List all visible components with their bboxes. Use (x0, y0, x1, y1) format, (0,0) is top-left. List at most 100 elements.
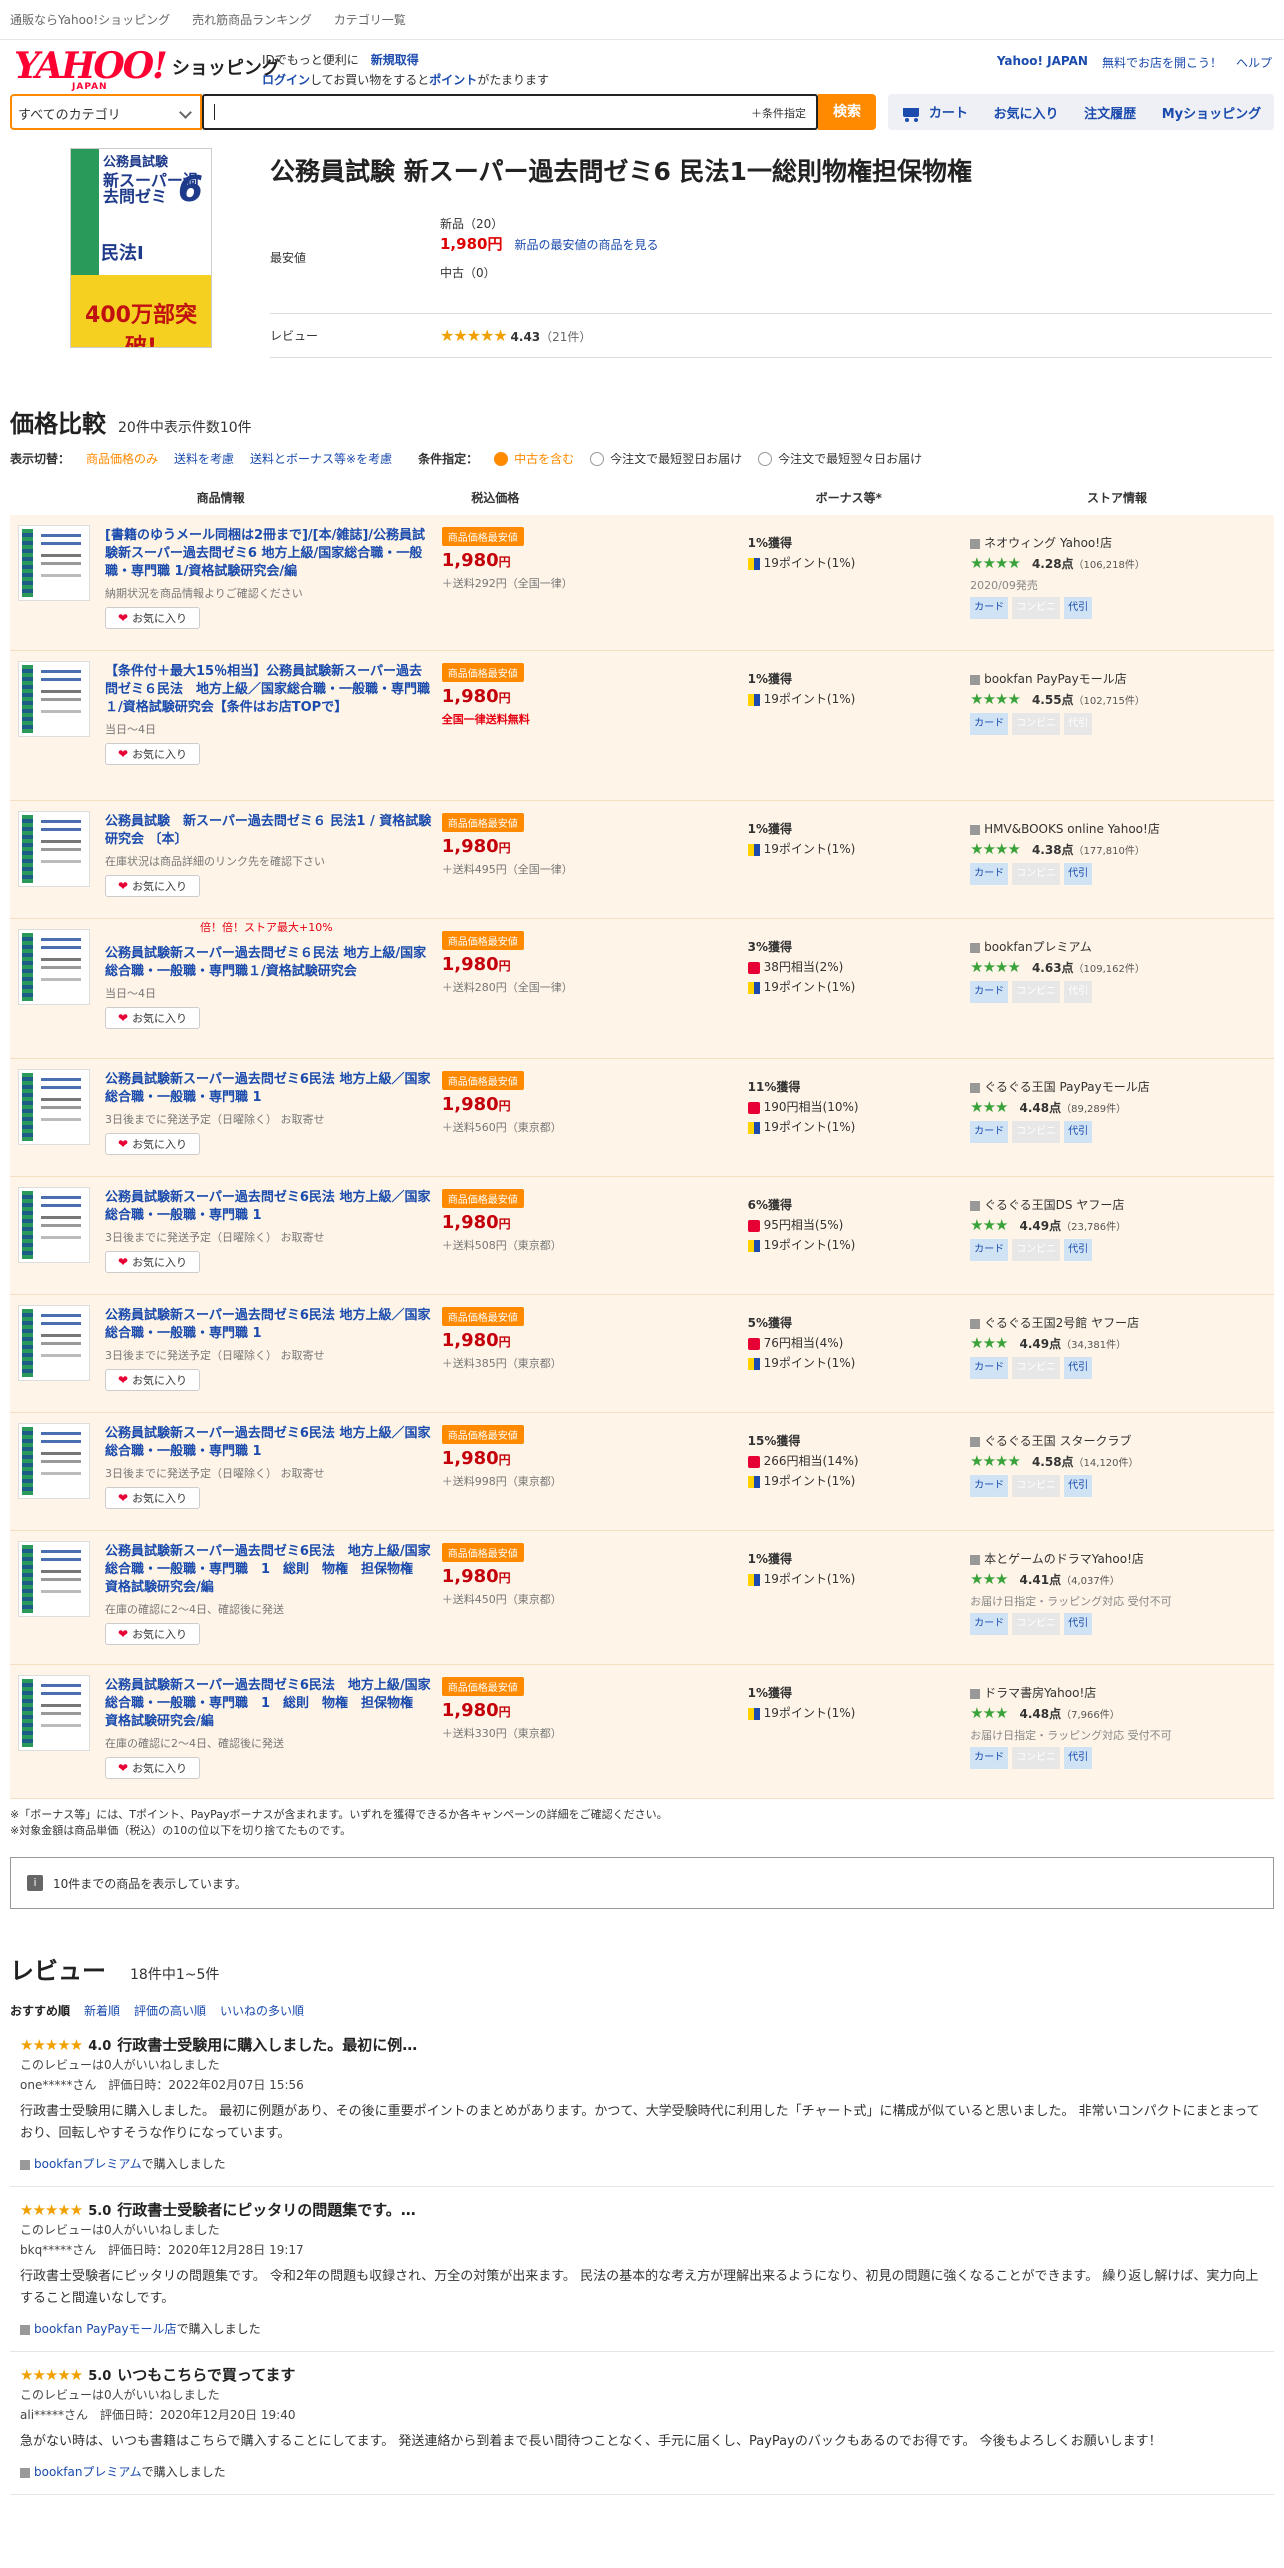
review-title[interactable]: いつもこちらで買ってます (117, 2366, 295, 2384)
bonus-info: 1%獲得 19ポイント(1%) (747, 1686, 856, 1720)
favorite-button[interactable]: お気に入り (105, 1369, 201, 1391)
delivery-note: 納期状況を商品情報よりご確認ください (105, 587, 303, 600)
offer-price: 1,980円 (441, 836, 511, 857)
view-with-shipping[interactable]: 送料を考慮 (174, 450, 234, 467)
top-nav: 通販ならYahoo!ショッピング 売れ筋商品ランキング カテゴリ一覧 (0, 0, 1284, 40)
view-lowest-new-link[interactable]: 新品の最安値の商品を見る (514, 238, 658, 252)
review-title[interactable]: 行政書士受験用に購入しました。最初に例… (117, 2036, 417, 2054)
register-link[interactable]: 新規取得 (371, 53, 419, 67)
yahoo-shopping-logo[interactable]: YAHOO! JAPAN ショッピング (14, 48, 280, 92)
top-link-home[interactable]: 通販ならYahoo!ショッピング (10, 11, 170, 28)
favorite-button[interactable]: お気に入り (105, 1623, 201, 1645)
store-name-link[interactable]: 本とゲームのドラマYahoo!店 (984, 1552, 1144, 1566)
offer-title-link[interactable]: [書籍のゆうメール同梱は2冊まで]/[本/雑誌]/公務員試験新スーパー過去問ゼミ… (105, 527, 432, 581)
store-name-link[interactable]: bookfan PayPayモール店 (984, 672, 1127, 686)
store-icon (20, 2159, 30, 2170)
favorite-button[interactable]: お気に入り (105, 743, 201, 765)
payment-tag: コンビニ (1012, 1121, 1061, 1143)
view-price-only[interactable]: 商品価格のみ (86, 450, 158, 467)
category-select[interactable]: すべてのカテゴリ (10, 94, 202, 130)
view-with-shipping-bonus[interactable]: 送料とボーナス等※を考慮 (250, 450, 392, 467)
my-shopping-button[interactable]: Myショッピング (1162, 103, 1261, 122)
offer-thumbnail[interactable] (18, 929, 90, 1005)
sort-most-liked[interactable]: いいねの多い順 (220, 2002, 304, 2019)
reviews-title: レビュー (10, 1957, 106, 1985)
store-name-link[interactable]: ネオウィング Yahoo!店 (984, 536, 1112, 550)
offer-thumbnail[interactable] (18, 661, 90, 737)
offer-title-link[interactable]: 公務員試験新スーパー過去問ゼミ6民法 地方上級／国家総合職・一般職・専門職 1 (105, 1425, 432, 1461)
cart-button[interactable]: カート (901, 102, 968, 122)
open-store-link[interactable]: 無料でお店を開こう！ (1102, 54, 1222, 71)
favorites-button[interactable]: お気に入り (993, 103, 1058, 122)
shipping-fee: ＋送料292円（全国一律） (441, 577, 573, 590)
paypay-icon (747, 1101, 760, 1114)
top-link-ranking[interactable]: 売れ筋商品ランキング (192, 11, 312, 28)
review-title[interactable]: 行政書士受験者にピッタリの問題集です。… (117, 2201, 416, 2219)
payment-tag: 代引 (1064, 1613, 1093, 1635)
login-link[interactable]: ログイン (262, 73, 310, 87)
help-link[interactable]: ヘルプ (1236, 54, 1272, 71)
yahoo-japan-link[interactable]: Yahoo! JAPAN (997, 54, 1088, 71)
review-store-link[interactable]: bookfanプレミアム (34, 2157, 142, 2171)
tpoint-icon (747, 1707, 760, 1720)
lowest-price-badge: 商品価格最安値 (441, 1543, 524, 1562)
bonus-info: 3%獲得 38円相当(2%) 19ポイント(1%) (747, 940, 856, 994)
compare-title: 価格比較 (10, 410, 106, 438)
offer-title-link[interactable]: 公務員試験新スーパー過去問ゼミ6民法 地方上級/国家総合職・一般職・専門職 1 … (105, 1677, 432, 1731)
two-day-checkbox[interactable]: 今注文で最短翌々日お届け (758, 450, 922, 467)
delivery-note: 当日〜4日 (105, 987, 156, 1000)
review-list: ★★★★★ 4.0 行政書士受験用に購入しました。最初に例… このレビューは0人がいい… (0, 2022, 1284, 2495)
review-count-link[interactable]: （21件） (540, 330, 591, 344)
offer-thumbnail[interactable] (18, 811, 90, 887)
offer-title-link[interactable]: 公務員試験新スーパー過去問ゼミ6民法 地方上級／国家総合職・一般職・専門職 1 (105, 1307, 432, 1343)
favorite-button[interactable]: お気に入り (105, 1251, 201, 1273)
store-name-link[interactable]: ぐるぐる王国 PayPayモール店 (984, 1080, 1150, 1094)
favorite-button[interactable]: お気に入り (105, 875, 201, 897)
sort-highest[interactable]: 評価の高い順 (134, 2002, 206, 2019)
store-name-link[interactable]: bookfanプレミアム (984, 940, 1092, 954)
lowest-price-badge: 商品価格最安値 (441, 1189, 524, 1208)
review-store-link[interactable]: bookfanプレミアム (34, 2465, 142, 2479)
favorite-button[interactable]: お気に入り (105, 1757, 201, 1779)
offer-title-link[interactable]: 【条件付＋最大15％相当】公務員試験新スーパー過去問ゼミ６民法 地方上級／国家総… (105, 663, 443, 717)
offer-thumbnail[interactable] (18, 1305, 90, 1381)
offer-title-link[interactable]: 公務員試験新スーパー過去問ゼミ6民法 地方上級／国家総合職・一般職・専門職 1 (105, 1189, 432, 1225)
offer-thumbnail[interactable] (18, 1423, 90, 1499)
favorite-button[interactable]: お気に入り (105, 1487, 201, 1509)
store-name-link[interactable]: HMV&BOOKS online Yahoo!店 (984, 822, 1160, 836)
offer-thumbnail[interactable] (18, 1541, 90, 1617)
review-stars: ★★★★★ (20, 2036, 83, 2054)
offer-row: 公務員試験新スーパー過去問ゼミ6民法 地方上級／国家総合職・一般職・専門職 1 3… (10, 1177, 1274, 1295)
store-name-link[interactable]: ドラマ書房Yahoo!店 (984, 1686, 1096, 1700)
condition-button[interactable]: ＋条件指定 (751, 105, 806, 121)
favorite-button[interactable]: お気に入り (105, 1007, 201, 1029)
store-name-link[interactable]: ぐるぐる王国 スタークラブ (984, 1434, 1131, 1448)
offer-title-link[interactable]: 公務員試験新スーパー過去問ゼミ6民法 地方上級/国家総合職・一般職・専門職 1 … (105, 1543, 432, 1597)
offer-title-link[interactable]: 公務員試験 新スーパー過去問ゼミ６ 民法1 / 資格試験研究会 〔本〕 (105, 813, 432, 849)
next-day-checkbox[interactable]: 今注文で最短翌日お届け (590, 450, 742, 467)
offer-thumbnail[interactable] (18, 1187, 90, 1263)
info-icon: i (27, 1875, 43, 1891)
offer-thumbnail[interactable] (18, 525, 90, 601)
sort-newest[interactable]: 新着順 (84, 2002, 120, 2019)
product-summary: 公務員試験 新スーパー過去問ゼミ 6 民法Ⅰ 400万部突破! 公務員試験 新ス… (0, 134, 1284, 400)
product-cover-image[interactable]: 公務員試験 新スーパー過去問ゼミ 6 民法Ⅰ 400万部突破! (70, 148, 212, 348)
offer-title-link[interactable]: 公務員試験新スーパー過去問ゼミ6民法 地方上級／国家総合職・一般職・専門職 1 (105, 1071, 432, 1107)
offer-thumbnail[interactable] (18, 1069, 90, 1145)
search-input[interactable]: ＋条件指定 (202, 94, 818, 130)
order-history-button[interactable]: 注文履歴 (1084, 103, 1136, 122)
include-used-checkbox[interactable]: 中古を含む (494, 450, 574, 467)
paypay-icon (747, 1219, 760, 1232)
sort-recommended[interactable]: おすすめ順 (10, 2002, 70, 2019)
top-link-categories[interactable]: カテゴリ一覧 (334, 11, 406, 28)
offer-title-link[interactable]: 公務員試験新スーパー過去問ゼミ６民法 地方上級/国家総合職・一般職・専門職１/資… (105, 945, 432, 981)
review-store-link[interactable]: bookfan PayPayモール店 (34, 2322, 177, 2336)
payment-tag: カード (970, 981, 1009, 1003)
favorite-button[interactable]: お気に入り (105, 607, 201, 629)
favorite-button[interactable]: お気に入り (105, 1133, 201, 1155)
shipping-fee: ＋送料385円（東京都） (441, 1357, 562, 1370)
store-name-link[interactable]: ぐるぐる王国2号館 ヤフー店 (984, 1316, 1139, 1330)
offer-thumbnail[interactable] (18, 1675, 90, 1751)
store-name-link[interactable]: ぐるぐる王国DS ヤフー店 (984, 1198, 1124, 1212)
search-button[interactable]: 検索 (818, 94, 876, 130)
